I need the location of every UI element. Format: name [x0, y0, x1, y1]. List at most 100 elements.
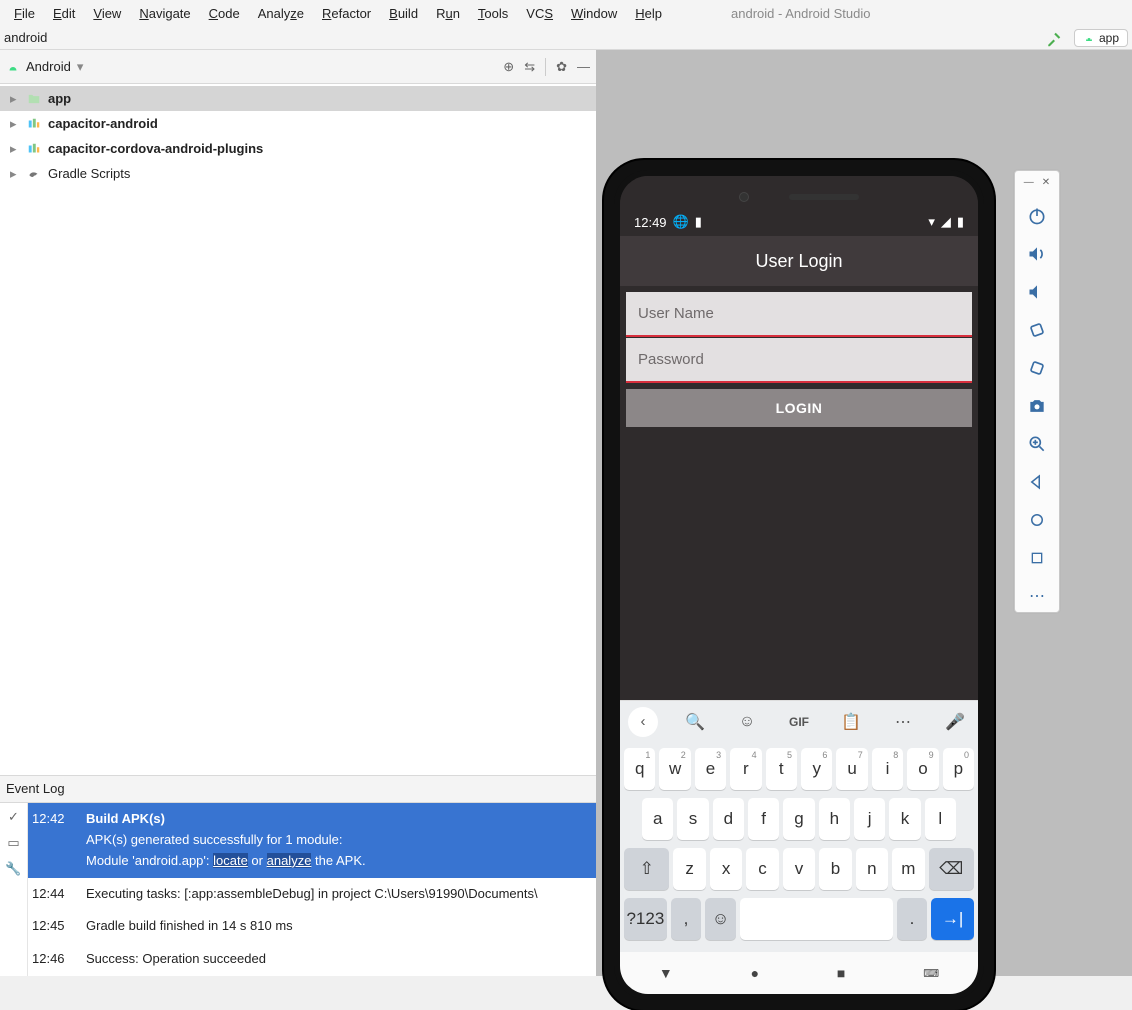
event-log-row[interactable]: 12:44Executing tasks: [:app:assembleDebu…: [28, 878, 596, 911]
login-button[interactable]: LOGIN: [626, 389, 972, 427]
project-view-mode[interactable]: Android: [26, 59, 71, 74]
key-q[interactable]: 1q: [624, 748, 655, 790]
key-i[interactable]: 8i: [872, 748, 903, 790]
nav-back-icon[interactable]: ▼: [659, 965, 673, 981]
key-e[interactable]: 3e: [695, 748, 726, 790]
tree-item-capacitor-android[interactable]: ▸capacitor-android: [0, 111, 596, 136]
menu-code[interactable]: Code: [200, 3, 249, 24]
nav-home-icon[interactable]: ●: [751, 965, 759, 981]
key-w[interactable]: 2w: [659, 748, 690, 790]
nav-overview-icon[interactable]: ■: [837, 965, 845, 981]
key-→|[interactable]: →|: [931, 898, 974, 940]
key-y[interactable]: 6y: [801, 748, 832, 790]
globe-icon: 🌐: [673, 214, 689, 230]
key-f[interactable]: f: [748, 798, 779, 840]
kbd-more-icon[interactable]: ⋯: [888, 712, 918, 732]
tree-item-capacitor-cordova-android-plugins[interactable]: ▸capacitor-cordova-android-plugins: [0, 136, 596, 161]
nav-kbd-icon[interactable]: ⌨: [923, 967, 939, 980]
more-icon[interactable]: ⋯: [1024, 586, 1050, 606]
key-t[interactable]: 5t: [766, 748, 797, 790]
menu-view[interactable]: View: [84, 3, 130, 24]
phone-screen[interactable]: 12:49 🌐 ▮ ▾ ◢ ▮ User Login User Name Pas…: [620, 176, 978, 994]
emulator-area: 12:49 🌐 ▮ ▾ ◢ ▮ User Login User Name Pas…: [596, 50, 1132, 976]
event-log-row[interactable]: 12:46Success: Operation succeeded: [28, 943, 596, 976]
target-icon[interactable]: ⊕: [503, 59, 514, 75]
menu-vcs[interactable]: VCS: [517, 3, 562, 24]
key-u[interactable]: 7u: [836, 748, 867, 790]
minimize-icon[interactable]: —: [577, 59, 590, 74]
run-config-chip[interactable]: app: [1074, 29, 1128, 47]
key-g[interactable]: g: [783, 798, 814, 840]
menu-edit[interactable]: Edit: [44, 3, 84, 24]
zoom-icon[interactable]: [1024, 434, 1050, 454]
event-log-row[interactable]: 12:45Gradle build finished in 14 s 810 m…: [28, 910, 596, 943]
menu-bar: File Edit View Navigate Code Analyze Ref…: [0, 0, 1132, 26]
key-b[interactable]: b: [819, 848, 851, 890]
kbd-gif-button[interactable]: GIF: [784, 715, 814, 729]
tree-item-app[interactable]: ▸app: [0, 86, 596, 111]
key-o[interactable]: 9o: [907, 748, 938, 790]
key-p[interactable]: 0p: [943, 748, 974, 790]
wifi-icon: ▾: [928, 214, 935, 230]
wrench-icon[interactable]: 🔧: [5, 861, 21, 877]
volume-up-icon[interactable]: [1024, 244, 1050, 264]
key-h[interactable]: h: [819, 798, 850, 840]
key-?123[interactable]: ?123: [624, 898, 667, 940]
gear-icon[interactable]: ✿: [556, 59, 567, 75]
key-s[interactable]: s: [677, 798, 708, 840]
key-l[interactable]: l: [925, 798, 956, 840]
menu-file[interactable]: File: [5, 3, 44, 24]
kbd-sticker-icon[interactable]: ☺: [732, 713, 762, 731]
rotate-right-icon[interactable]: [1024, 358, 1050, 378]
key-,[interactable]: ,: [671, 898, 702, 940]
key-d[interactable]: d: [713, 798, 744, 840]
key-r[interactable]: 4r: [730, 748, 761, 790]
rotate-left-icon[interactable]: [1024, 320, 1050, 340]
key-space[interactable]: [740, 898, 893, 940]
camera-icon[interactable]: [1024, 396, 1050, 416]
menu-refactor[interactable]: Refactor: [313, 3, 380, 24]
key-⌫[interactable]: ⌫: [929, 848, 974, 890]
emu-minimize-icon[interactable]: —: [1024, 177, 1034, 188]
key-m[interactable]: m: [892, 848, 924, 890]
menu-tools[interactable]: Tools: [469, 3, 517, 24]
key-☺[interactable]: ☺: [705, 898, 736, 940]
kbd-search-icon[interactable]: 🔍: [680, 712, 710, 732]
password-field[interactable]: Password: [626, 338, 972, 383]
check-icon[interactable]: ✓: [8, 809, 19, 825]
menu-help[interactable]: Help: [626, 3, 671, 24]
clipboard-icon[interactable]: ▭: [7, 835, 19, 851]
event-log-header[interactable]: Event Log: [0, 775, 596, 803]
overview-icon[interactable]: [1024, 548, 1050, 568]
home-icon[interactable]: [1024, 510, 1050, 530]
emu-close-icon[interactable]: ✕: [1042, 177, 1050, 188]
key-z[interactable]: z: [673, 848, 705, 890]
key-.[interactable]: .: [897, 898, 928, 940]
build-icon[interactable]: [1046, 29, 1064, 47]
key-k[interactable]: k: [889, 798, 920, 840]
kbd-mic-icon[interactable]: 🎤: [940, 712, 970, 732]
power-icon[interactable]: [1024, 206, 1050, 226]
breadcrumb-root[interactable]: android: [4, 30, 47, 45]
key-v[interactable]: v: [783, 848, 815, 890]
chevron-down-icon[interactable]: ▾: [77, 59, 84, 75]
sort-icon[interactable]: ⇆: [524, 59, 535, 75]
menu-build[interactable]: Build: [380, 3, 427, 24]
key-n[interactable]: n: [856, 848, 888, 890]
event-log-row[interactable]: 12:42Build APK(s)APK(s) generated succes…: [28, 803, 596, 877]
key-x[interactable]: x: [710, 848, 742, 890]
back-icon[interactable]: [1024, 472, 1050, 492]
kbd-clipboard-icon[interactable]: 📋: [836, 712, 866, 732]
menu-window[interactable]: Window: [562, 3, 626, 24]
key-⇧[interactable]: ⇧: [624, 848, 669, 890]
key-a[interactable]: a: [642, 798, 673, 840]
menu-navigate[interactable]: Navigate: [130, 3, 199, 24]
menu-run[interactable]: Run: [427, 3, 469, 24]
menu-analyze[interactable]: Analyze: [249, 3, 313, 24]
kbd-back-icon[interactable]: ‹: [628, 707, 658, 737]
username-field[interactable]: User Name: [626, 292, 972, 337]
key-c[interactable]: c: [746, 848, 778, 890]
volume-down-icon[interactable]: [1024, 282, 1050, 302]
tree-item-gradle-scripts[interactable]: ▸Gradle Scripts: [0, 161, 596, 186]
key-j[interactable]: j: [854, 798, 885, 840]
